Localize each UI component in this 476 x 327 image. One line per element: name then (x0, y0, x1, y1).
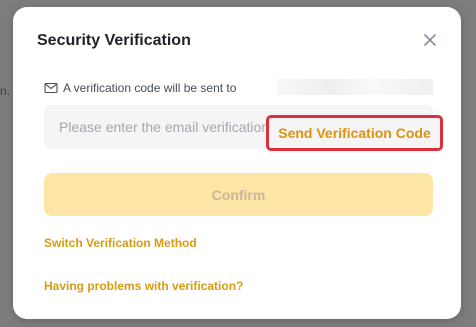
verification-info: A verification code will be sent to (44, 81, 236, 95)
verification-problems-link[interactable]: Having problems with verification? (44, 279, 243, 293)
confirm-button[interactable]: Confirm (44, 173, 433, 216)
switch-verification-method-link[interactable]: Switch Verification Method (44, 236, 197, 250)
modal-title: Security Verification (37, 32, 191, 49)
close-icon (424, 34, 436, 46)
mail-icon (44, 82, 58, 94)
email-code-input[interactable] (44, 105, 269, 149)
security-verification-modal: Security Verification A verification cod… (13, 7, 461, 319)
background-page-text: n. (0, 84, 11, 98)
send-verification-code-button[interactable]: Send Verification Code (266, 115, 443, 151)
masked-email-address (277, 79, 433, 95)
close-button[interactable] (421, 31, 439, 49)
verification-info-text: A verification code will be sent to (63, 81, 237, 95)
